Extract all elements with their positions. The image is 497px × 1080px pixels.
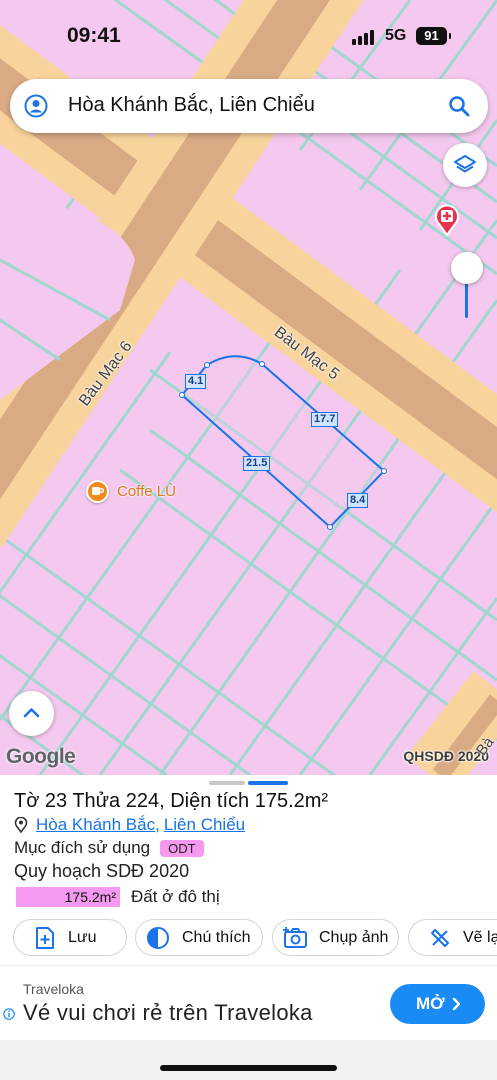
poi-coffe-lu[interactable]: Coffe LÙ [86, 480, 176, 503]
purpose-badge: ODT [160, 839, 204, 857]
search-bar[interactable]: Hòa Khánh Bắc, Liên Chiểu [10, 79, 488, 133]
ad-headline: Vé vui chơi rẻ trên Traveloka [23, 1000, 313, 1025]
ad-open-button[interactable]: MỞ [390, 984, 485, 1024]
signal-icon [352, 29, 378, 45]
dimension-label: 21.5 [243, 456, 271, 471]
location-pin-icon [14, 817, 28, 833]
save-plus-icon [36, 926, 54, 949]
user-icon[interactable] [24, 94, 48, 118]
opacity-slider-thumb[interactable] [451, 252, 483, 284]
address-separator: , [155, 815, 160, 834]
battery-icon: 91 [416, 27, 451, 45]
dimension-label: 17.7 [311, 412, 339, 427]
panel-handle-active[interactable] [248, 781, 288, 785]
poi-label: Coffe LÙ [117, 483, 176, 500]
purpose-label: Mục đích sử dụng [14, 838, 151, 857]
coffee-icon [86, 480, 109, 503]
draw-button[interactable]: Vẽ lạ [408, 919, 497, 956]
layers-button[interactable] [443, 143, 487, 187]
draw-icon [431, 928, 449, 947]
address-district-link[interactable]: Liên Chiểu [164, 815, 245, 835]
ad-brand: Traveloka [23, 981, 84, 997]
search-input[interactable]: Hòa Khánh Bắc, Liên Chiểu [68, 94, 315, 117]
legend-label: Chú thích [182, 928, 251, 946]
capture-button[interactable]: Chụp ảnh [272, 919, 399, 956]
hospital-icon[interactable] [433, 202, 461, 236]
save-button[interactable]: Lưu [13, 919, 127, 956]
dimension-label: 4.1 [185, 374, 207, 389]
camera-icon [283, 926, 307, 948]
area-description: Đất ở đô thị [131, 887, 220, 906]
capture-label: Chụp ảnh [319, 928, 389, 946]
home-indicator[interactable] [160, 1065, 337, 1071]
save-label: Lưu [68, 928, 97, 946]
home-indicator-area [0, 1040, 497, 1080]
status-bar: 09:41 5G 91 [0, 0, 497, 70]
chevron-up-icon [23, 708, 40, 718]
parcel-title: Tờ 23 Thửa 224, Diện tích 175.2m² [14, 790, 329, 812]
ad-banner[interactable]: Traveloka Vé vui chơi rẻ trên Traveloka … [0, 965, 497, 1040]
draw-label: Vẽ lạ [463, 928, 497, 946]
status-time: 09:41 [67, 24, 121, 47]
layers-icon [454, 155, 476, 173]
address-ward-link[interactable]: Hòa Khánh Bắc [36, 815, 155, 835]
contrast-icon [147, 926, 169, 949]
search-icon[interactable] [448, 95, 470, 117]
ad-open-label: MỞ [416, 994, 445, 1013]
action-row: Lưu Chú thích Chụp ảnh Vẽ lạ [13, 919, 497, 959]
info-icon[interactable] [3, 1008, 15, 1020]
panel-handle[interactable] [209, 781, 245, 785]
plan-label: Quy hoạch SDĐ 2020 [14, 861, 190, 881]
map-view[interactable]: Bàu Mạc 6 Bàu Mạc 5 4.1 17.7 21.5 8.4 Co… [0, 0, 497, 775]
expand-up-button[interactable] [9, 691, 54, 736]
area-value-bar: 175.2m² [16, 887, 120, 907]
parcel-info-panel: Tờ 23 Thửa 224, Diện tích 175.2m² Hòa Kh… [0, 775, 497, 1080]
dimension-label: 8.4 [347, 493, 369, 508]
purpose-row: Mục đích sử dụng ODT [14, 838, 204, 858]
google-logo: Google [6, 745, 76, 768]
chevron-right-icon [452, 997, 461, 1011]
network-type: 5G [385, 27, 407, 44]
legend-button[interactable]: Chú thích [135, 919, 263, 956]
address-row: Hòa Khánh Bắc , Liên Chiểu [14, 815, 245, 835]
